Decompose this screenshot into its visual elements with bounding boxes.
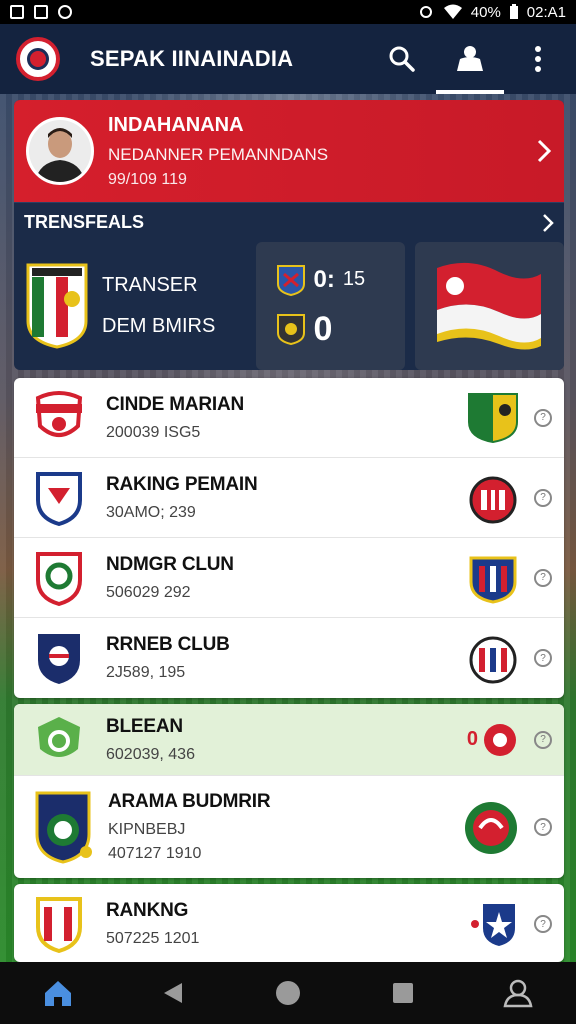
transfers-heading: TRENSFEALS <box>24 212 145 232</box>
list-item-title: RRNEB CLUB <box>106 634 230 655</box>
profile-button[interactable] <box>494 969 542 1017</box>
home-icon <box>44 981 71 1006</box>
list-item-title: BLEEAN <box>106 715 183 737</box>
app-title: SEPAK IINAINADIA <box>90 46 294 71</box>
score-top-extra: 15 <box>342 268 366 290</box>
team-crest-icon <box>276 264 305 296</box>
club-crest-icon <box>469 556 517 604</box>
flag-icon <box>437 262 542 350</box>
list-item-subtitle: 200039 ISG5 <box>106 423 201 441</box>
info-icon[interactable]: ? <box>534 408 552 427</box>
player-name: INDAHANANA <box>108 113 244 136</box>
info-icon[interactable]: ? <box>534 915 552 933</box>
battery-icon <box>509 4 518 19</box>
list-item-subtitle: 30AMO; 239 <box>106 503 196 521</box>
circle-icon <box>275 981 300 1005</box>
list-item-title: CINDE MARIAN <box>106 393 244 415</box>
list-item[interactable]: ARAMA BUDMRIR KIPNBEBJ 407127 1910 ? <box>14 776 564 878</box>
info-icon[interactable]: ? <box>534 730 552 749</box>
club-crest-icon <box>26 263 88 349</box>
info-icon[interactable]: ? <box>534 649 552 667</box>
list-item-subtitle: 506029 292 <box>106 583 191 601</box>
club-crest-icon <box>469 636 517 684</box>
square-icon <box>393 983 414 1003</box>
search-icon <box>389 46 415 72</box>
vibrate-icon <box>419 6 432 18</box>
list-item[interactable]: RRNEB CLUB 2J589, 195 ? <box>14 618 564 698</box>
club-crest-icon <box>36 551 82 606</box>
club-crest-icon <box>35 390 83 437</box>
player-icon <box>457 46 483 71</box>
back-button[interactable] <box>149 969 197 1017</box>
list-item[interactable]: CINDE MARIAN 200039 ISG5 ? <box>14 378 564 458</box>
score-bottom: 0 <box>313 309 333 348</box>
list-item-title: RANKNG <box>106 900 189 921</box>
team-crest-icon <box>276 314 305 345</box>
recents-button[interactable] <box>379 969 427 1017</box>
club-crest-icon <box>38 716 80 757</box>
transfers-header[interactable]: TRENSFEALS <box>14 202 564 242</box>
clock-text: 02:A1 <box>526 3 566 21</box>
profile-tab-button[interactable] <box>436 37 504 94</box>
list-item[interactable]: RANKNG 507225 1201 ? <box>14 884 564 962</box>
list-item-selected[interactable]: BLEEAN 602039, 436 0 ? <box>14 704 564 776</box>
chevron-right-icon <box>543 213 554 232</box>
transfer-line-2: DEM BMIRS <box>102 315 216 337</box>
list-item[interactable]: RAKING PEMAIN 30AMO; 239 ? <box>14 458 564 538</box>
info-icon[interactable]: ? <box>534 568 552 587</box>
player-numbers: 99/109 119 <box>108 170 187 188</box>
app-notification-icon <box>58 5 72 19</box>
transfer-line-1: TRANSER <box>102 274 198 296</box>
ranking-list: RANKNG 507225 1201 ? <box>14 884 564 962</box>
home-system-button[interactable] <box>264 969 312 1017</box>
more-options-button[interactable] <box>516 37 560 81</box>
club-crest-icon <box>471 904 515 946</box>
list-item-title: RAKING PEMAIN <box>106 473 258 495</box>
gallery-icon <box>34 5 48 19</box>
battery-text: 40% <box>470 3 501 21</box>
club-crest-icon <box>35 791 92 864</box>
list-item-subtitle: 2J589, 195 <box>106 664 186 681</box>
club-crest-icon <box>36 897 82 953</box>
home-button[interactable] <box>34 969 82 1017</box>
app-logo[interactable] <box>16 37 60 81</box>
wifi-icon <box>443 4 462 19</box>
badge-prefix: 0 <box>466 728 478 750</box>
transfer-card[interactable]: TRANSER DEM BMIRS <box>26 242 250 370</box>
club-crest-icon <box>36 471 82 526</box>
score-top: 0: <box>313 265 335 293</box>
info-icon[interactable]: ? <box>534 488 552 507</box>
list-item-title: ARAMA BUDMRIR <box>108 791 271 812</box>
list-item-numbers: 407127 1910 <box>108 845 202 862</box>
bottom-navigation <box>0 962 576 1024</box>
club-crest-icon <box>484 723 516 756</box>
notification-icon <box>10 5 24 19</box>
club-crest-icon <box>468 392 518 443</box>
player-avatar <box>26 117 94 185</box>
player-card[interactable]: INDAHANANA NEDANNER PEMANNDANS 99/109 11… <box>14 100 564 202</box>
club-list-secondary: BLEEAN 602039, 436 0 ? ARAMA BUDMRIR KIPNB… <box>14 704 564 878</box>
list-item-subtitle: 602039, 436 <box>106 745 195 763</box>
national-flag-card[interactable] <box>414 242 564 370</box>
player-subtitle: NEDANNER PEMANNDANS <box>108 144 329 164</box>
featured-panel: INDAHANANA NEDANNER PEMANNDANS 99/109 11… <box>14 100 564 370</box>
info-icon[interactable]: ? <box>534 818 552 836</box>
list-item-title: NDMGR CLUN <box>106 553 234 575</box>
club-crest-icon <box>469 476 517 523</box>
search-button[interactable] <box>380 37 424 81</box>
list-item[interactable]: NDMGR CLUN 506029 292 ? <box>14 538 564 618</box>
list-item-subtitle: 507225 1201 <box>106 930 200 947</box>
user-icon <box>503 979 533 1008</box>
club-crest-icon <box>38 634 80 684</box>
app-bar: SEPAK IINAINADIA <box>0 24 576 94</box>
back-icon <box>163 983 182 1003</box>
list-item-subtitle: KIPNBEBJ <box>108 821 186 838</box>
chevron-right-icon[interactable] <box>536 138 552 164</box>
match-score-card[interactable]: 0: 15 0 <box>255 242 405 370</box>
club-crest-icon <box>465 802 517 854</box>
status-bar: 40% 02:A1 <box>0 0 576 24</box>
club-list: CINDE MARIAN 200039 ISG5 ? RAKING PEMAIN 3… <box>14 378 564 698</box>
more-vertical-icon <box>535 46 541 72</box>
